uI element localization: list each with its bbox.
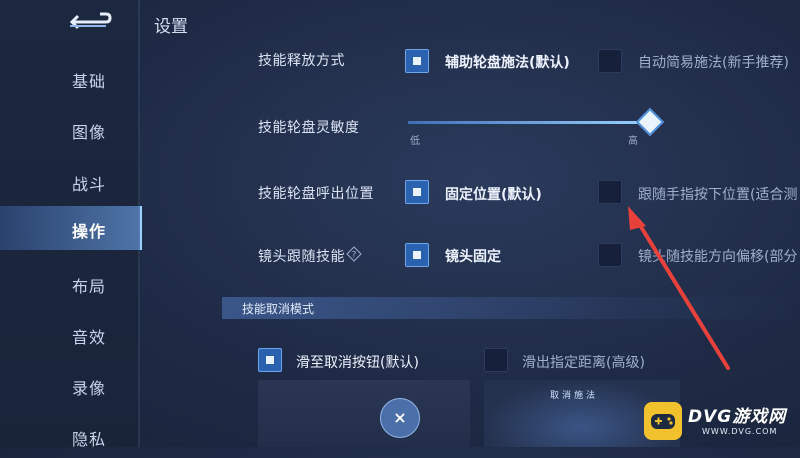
cancel-option2-checkbox[interactable] (484, 348, 508, 372)
wheel-sensitivity-label: 技能轮盘灵敏度 (258, 120, 360, 136)
camera-follow-option1-checkbox[interactable] (405, 243, 429, 267)
slider-min-label: 低 (410, 136, 420, 147)
skill-release-option1-checkbox[interactable] (405, 49, 429, 73)
back-arrow-icon[interactable] (60, 6, 114, 36)
camera-follow-option2-checkbox[interactable] (598, 243, 622, 267)
section-title: 技能取消模式 (242, 302, 315, 316)
cancel-preview-button-mode (258, 380, 470, 447)
cancel-button-icon: × (380, 398, 420, 438)
skill-release-option2-checkbox[interactable] (598, 49, 622, 73)
settings-screen: 基础 图像 战斗 操作 布局 音效 录像 隐私 设置 技能释放方式 辅助轮盘施法… (0, 0, 800, 449)
page-title: 设置 (154, 17, 188, 37)
sidebar-item-sound[interactable]: 音效 (0, 312, 140, 356)
skill-release-label: 技能释放方式 (258, 53, 345, 69)
wheel-position-option1-checkbox[interactable] (405, 180, 429, 204)
camera-follow-label: 镜头跟随技能 (258, 249, 345, 265)
sidebar-item-privacy[interactable]: 隐私 (0, 414, 140, 458)
skill-release-option1-label[interactable]: 辅助轮盘施法(默认) (445, 52, 570, 72)
sidebar: 基础 图像 战斗 操作 布局 音效 录像 隐私 (0, 0, 142, 449)
camera-follow-option2-label[interactable]: 镜头随技能方向偏移(部分 (638, 246, 800, 266)
skill-release-option2-label[interactable]: 自动简易施法(新手推荐) (638, 52, 789, 72)
sensitivity-slider-track[interactable] (408, 121, 648, 124)
cancel-option1-label[interactable]: 滑至取消按钮(默认) (296, 352, 419, 372)
sidebar-item-graphics[interactable]: 图像 (0, 107, 140, 151)
sidebar-item-label: 布局 (72, 277, 107, 296)
wheel-position-option2-label[interactable]: 跟随手指按下位置(适合测 (638, 184, 800, 204)
wheel-position-option2-checkbox[interactable] (598, 180, 622, 204)
cancel-option2-label[interactable]: 滑出指定距离(高级) (522, 352, 645, 372)
sidebar-item-controls[interactable]: 操作 (0, 206, 142, 250)
sidebar-item-label: 图像 (72, 123, 107, 142)
sidebar-item-label: 录像 (72, 379, 107, 398)
site-logo: DVG游戏网 WWW.DVG.COM (644, 400, 796, 444)
cancel-option1-checkbox[interactable] (258, 348, 282, 372)
sidebar-item-replay[interactable]: 录像 (0, 363, 140, 407)
cancel-cast-arc-text: 取消施法 (550, 391, 599, 401)
sidebar-item-layout[interactable]: 布局 (0, 261, 140, 305)
camera-follow-option1-label[interactable]: 镜头固定 (445, 246, 501, 266)
sidebar-item-basic[interactable]: 基础 (0, 56, 140, 100)
sidebar-item-combat[interactable]: 战斗 (0, 159, 140, 203)
help-icon[interactable]: ? (346, 246, 362, 262)
logo-title: DVG游戏网 (688, 407, 787, 427)
wheel-position-option1-label[interactable]: 固定位置(默认) (445, 184, 542, 204)
sidebar-item-label: 基础 (72, 72, 107, 91)
sidebar-item-label: 战斗 (72, 175, 107, 194)
slider-max-label: 高 (628, 136, 638, 147)
sidebar-item-label: 隐私 (72, 430, 107, 449)
logo-url: WWW.DVG.COM (702, 427, 778, 436)
sidebar-item-label: 音效 (72, 328, 107, 347)
sidebar-divider (138, 0, 140, 447)
sensitivity-slider-handle[interactable] (635, 107, 665, 137)
svg-text:?: ? (352, 251, 357, 261)
gamepad-logo-icon (644, 402, 682, 440)
sidebar-item-label: 操作 (72, 222, 107, 241)
wheel-position-label: 技能轮盘呼出位置 (258, 186, 374, 202)
